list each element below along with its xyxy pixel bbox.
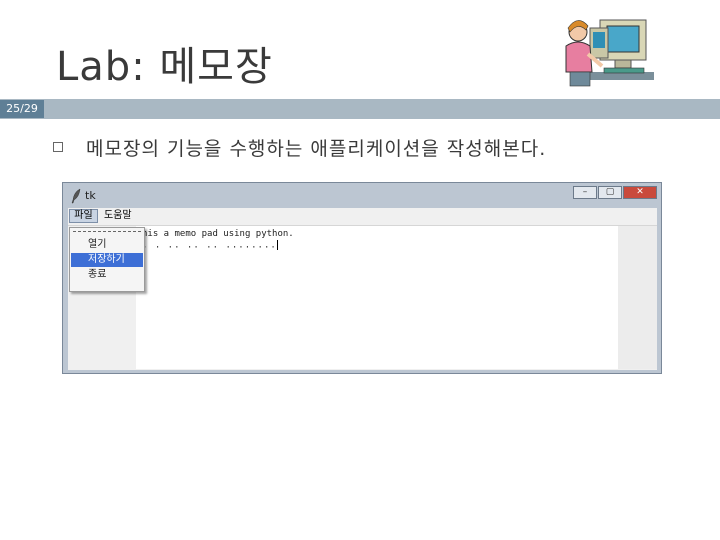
text-line-2: . . .. .. .. ........ — [142, 240, 278, 251]
menu-tearoff-line[interactable] — [73, 231, 141, 232]
file-dropdown-menu: 열기 저장하기 종료 — [69, 227, 145, 292]
maximize-button[interactable]: ▢ — [598, 186, 622, 199]
window-title: tk — [85, 189, 96, 202]
menu-help[interactable]: 도움말 — [104, 209, 132, 223]
page-number-badge: 25/29 — [0, 100, 44, 118]
text-line-1: his a memo pad using python. — [142, 229, 294, 239]
text-line-2-content: . . .. .. .. ........ — [142, 240, 277, 251]
window-client-area: 파일 도움말 his a memo pad using python. . . … — [68, 208, 657, 370]
menubar: 파일 도움말 — [68, 208, 657, 226]
text-caret — [276, 240, 278, 250]
minimize-button[interactable]: – — [573, 186, 597, 199]
slide-header-bar — [0, 99, 720, 119]
tk-window: tk – ▢ ✕ 파일 도움말 his a memo pad using pyt… — [62, 182, 662, 374]
menu-item-open[interactable]: 열기 — [71, 238, 143, 252]
person-at-computer-icon — [565, 19, 654, 87]
memo-text-area[interactable]: his a memo pad using python. . . .. .. .… — [136, 226, 618, 369]
window-right-margin — [618, 226, 657, 369]
bullet-square-icon — [53, 142, 63, 152]
menu-item-exit[interactable]: 종료 — [71, 268, 143, 282]
window-titlebar[interactable]: tk – ▢ ✕ — [63, 183, 661, 209]
bullet-text: 메모장의 기능을 수행하는 애플리케이션을 작성해본다. — [86, 138, 547, 160]
close-button[interactable]: ✕ — [623, 186, 657, 199]
menu-file[interactable]: 파일 — [69, 209, 98, 223]
tk-feather-icon — [71, 188, 81, 204]
slide-title: Lab: 메모장 — [56, 44, 273, 90]
menu-item-save[interactable]: 저장하기 — [71, 253, 143, 267]
